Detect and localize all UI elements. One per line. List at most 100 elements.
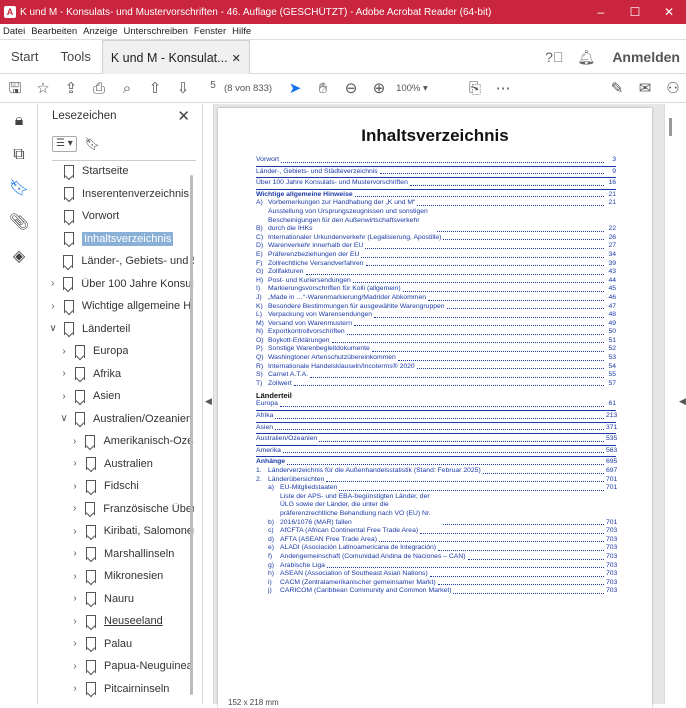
toc-row[interactable]: E) Präferenzbeziehungen der EU 34 — [256, 251, 616, 260]
document-scrollbar[interactable]: ◀ — [664, 104, 686, 704]
bookmark-item[interactable]: › Palau — [38, 633, 194, 656]
toc-row[interactable]: Amerika 563 — [256, 447, 617, 456]
toc-row[interactable]: I) Markierungsvorschriften für Kolli (all… — [256, 285, 616, 294]
bookmark-item[interactable]: › Australien — [38, 453, 194, 476]
page-display-icon[interactable]: ⎘ — [462, 77, 488, 101]
menu-hilfe[interactable]: Hilfe — [229, 26, 254, 37]
hand-tool-icon[interactable]: ✋︎ — [310, 77, 336, 101]
toc-row[interactable]: S) Carnet A.T.A. 55 — [256, 371, 616, 380]
toc-row[interactable]: Europa 61 — [256, 400, 616, 409]
bell-icon[interactable]: 🔔︎ — [576, 47, 596, 67]
chevron-right-icon[interactable]: › — [70, 661, 80, 672]
bookmark-item[interactable]: › Neuseeland — [38, 610, 194, 633]
toc-row[interactable]: D) Warenverkehr innerhalb der EU 27 — [256, 242, 616, 251]
chevron-right-icon[interactable]: › — [70, 593, 80, 604]
toc-row[interactable]: Asien 371 — [256, 424, 617, 433]
toc-row[interactable]: Q) Washingtoner Artenschutzübereinkommen 5… — [256, 354, 616, 363]
toc-row[interactable]: Über 100 Jahre Konsulats- und Mustervors… — [256, 179, 616, 188]
lock-icon[interactable]: 🔒︎ — [0, 104, 38, 138]
minimize-button[interactable]: – — [584, 5, 618, 19]
close-window-button[interactable]: ✕ — [652, 5, 686, 19]
toc-row[interactable]: J) „Made in …“-Warenmarkierung/Madrider A… — [256, 294, 616, 303]
select-cursor-icon[interactable]: ➤ — [282, 77, 308, 101]
close-panel-icon[interactable]: ✕ — [177, 107, 190, 125]
toc-row[interactable]: Australien/Ozeanien 535 — [256, 435, 617, 444]
collapse-arrow-icon[interactable]: ◀ — [205, 396, 212, 407]
toc-row[interactable]: N) Exportkontrollvorschriften 50 — [256, 328, 616, 337]
bookmark-item[interactable]: › Amerikanisch-Ozea — [38, 430, 194, 453]
bookmark-scrollbar[interactable] — [190, 175, 193, 695]
chevron-right-icon[interactable]: › — [70, 526, 80, 537]
add-bookmark-icon[interactable]: 🔖︎ — [85, 137, 100, 151]
bookmark-item[interactable]: › Mikronesien — [38, 565, 194, 588]
chevron-right-icon[interactable]: › — [48, 278, 57, 289]
chevron-right-icon[interactable]: › — [70, 481, 80, 492]
menu-anzeige[interactable]: Anzeige — [80, 26, 120, 37]
sign-in-button[interactable]: Anmelden — [612, 49, 680, 65]
bookmark-item[interactable]: ∨ Länderteil — [38, 318, 194, 341]
next-page-icon[interactable]: ⇩ — [170, 77, 196, 101]
menu-bearbeiten[interactable]: Bearbeiten — [28, 26, 80, 37]
toc-row[interactable]: G) Zollfakturen 43 — [256, 268, 616, 277]
zoom-select[interactable]: 100% ▾ — [396, 83, 456, 94]
toc-row[interactable]: 2. Länderübersichten 701 — [256, 476, 617, 485]
zoom-search-icon[interactable]: ⌕ — [114, 77, 140, 101]
add-user-icon[interactable]: ⚇ — [660, 77, 686, 101]
toc-row[interactable]: B) Ausstellung von Ursprungszeugnissen un… — [256, 208, 616, 234]
toc-row[interactable]: 1. Länderverzeichnis für die Außenhandels… — [256, 467, 617, 476]
toc-row[interactable]: b) Liste der APS- und EBA-begünstigten Lä… — [256, 493, 617, 527]
bookmark-item[interactable]: › Pitcairninseln — [38, 678, 194, 701]
bookmark-item[interactable]: Startseite — [38, 160, 194, 183]
bookmark-item[interactable]: Länder-, Gebiets- und St — [38, 250, 194, 273]
save-icon[interactable]: 🖫 — [2, 77, 28, 101]
toc-row[interactable]: L) Verpackung von Warensendungen 48 — [256, 311, 616, 320]
bookmark-item[interactable]: › Asien — [38, 385, 194, 408]
toc-row[interactable]: j) CARICOM (Caribbean Community and Commo… — [256, 587, 617, 596]
chevron-right-icon[interactable]: › — [70, 683, 80, 694]
maximize-button[interactable]: ☐ — [618, 5, 652, 19]
toc-row[interactable]: Wichtige allgemeine Hinweise 21 — [256, 191, 616, 200]
toc-row[interactable]: R) Internationale Handelsklauseln/Incoter… — [256, 363, 616, 372]
more-tools-icon[interactable]: ⋯ — [490, 77, 516, 101]
chevron-right-icon[interactable]: › — [70, 616, 80, 627]
panel-splitter[interactable]: ◀ — [202, 104, 214, 704]
bookmark-item[interactable]: Inserentenverzeichnis — [38, 183, 194, 206]
chevron-right-icon[interactable]: › — [59, 346, 69, 357]
toc-row[interactable]: a) EU-Mitgliedstaaten 701 — [256, 484, 617, 493]
toc-row[interactable]: c) AfCFTA (African Continental Free Trade… — [256, 527, 617, 536]
toc-row[interactable]: O) Boykott-Erklärungen 51 — [256, 337, 616, 346]
toc-row[interactable]: A) Vorbemerkungen zur Handhabung der „K u… — [256, 199, 616, 208]
toc-row[interactable]: Anhänge 695 — [256, 458, 617, 467]
chevron-right-icon[interactable]: › — [70, 548, 80, 559]
bookmark-item[interactable]: › Papua-Neuguinea — [38, 655, 194, 678]
chevron-right-icon[interactable]: › — [70, 638, 80, 649]
chevron-down-icon[interactable]: ∨ — [48, 323, 58, 334]
tab-tools[interactable]: Tools — [49, 49, 101, 64]
toc-row[interactable]: C) Internationaler Urkundenverkehr (Legal… — [256, 234, 616, 243]
tab-document[interactable]: K und M - Konsulat... ✕ — [101, 39, 250, 74]
chevron-right-icon[interactable]: › — [70, 503, 79, 514]
toc-row[interactable]: Länder-, Gebiets- und Städteverzeichnis 9 — [256, 168, 616, 177]
chevron-right-icon[interactable]: › — [59, 391, 69, 402]
expand-arrow-icon[interactable]: ◀ — [679, 396, 686, 407]
chevron-right-icon[interactable]: › — [70, 571, 80, 582]
toc-row[interactable]: F) Zollrechtliche Versandverfahren 39 — [256, 260, 616, 269]
toc-row[interactable]: e) ALADI (Asociación Latinoamericana de I… — [256, 544, 617, 553]
toc-row[interactable]: Afrika 213 — [256, 412, 617, 421]
scroll-thumb[interactable] — [669, 118, 672, 136]
chevron-right-icon[interactable]: › — [59, 368, 69, 379]
tab-start[interactable]: Start — [0, 49, 49, 64]
toc-row[interactable]: Vorwort 3 — [256, 156, 616, 165]
bookmark-item[interactable]: › Nauru — [38, 588, 194, 611]
toc-row[interactable]: g) Arabische Liga 703 — [256, 562, 617, 571]
menu-unterschreiben[interactable]: Unterschreiben — [120, 26, 190, 37]
toc-row[interactable]: K) Besondere Bestimmungen für ausgewählte… — [256, 303, 616, 312]
help-icon[interactable]: ?⃝ — [544, 47, 564, 67]
zoom-out-icon[interactable]: ⊖ — [338, 77, 364, 101]
bookmark-item[interactable]: › Fidschi — [38, 475, 194, 498]
toc-row[interactable]: M) Versand von Warenmustern 49 — [256, 320, 616, 329]
chevron-right-icon[interactable]: › — [70, 436, 79, 447]
toc-row[interactable]: d) AFTA (ASEAN Free Trade Area) 703 — [256, 536, 617, 545]
print-icon[interactable]: ⎙ — [86, 77, 112, 101]
email-icon[interactable]: ✉ — [632, 77, 658, 101]
